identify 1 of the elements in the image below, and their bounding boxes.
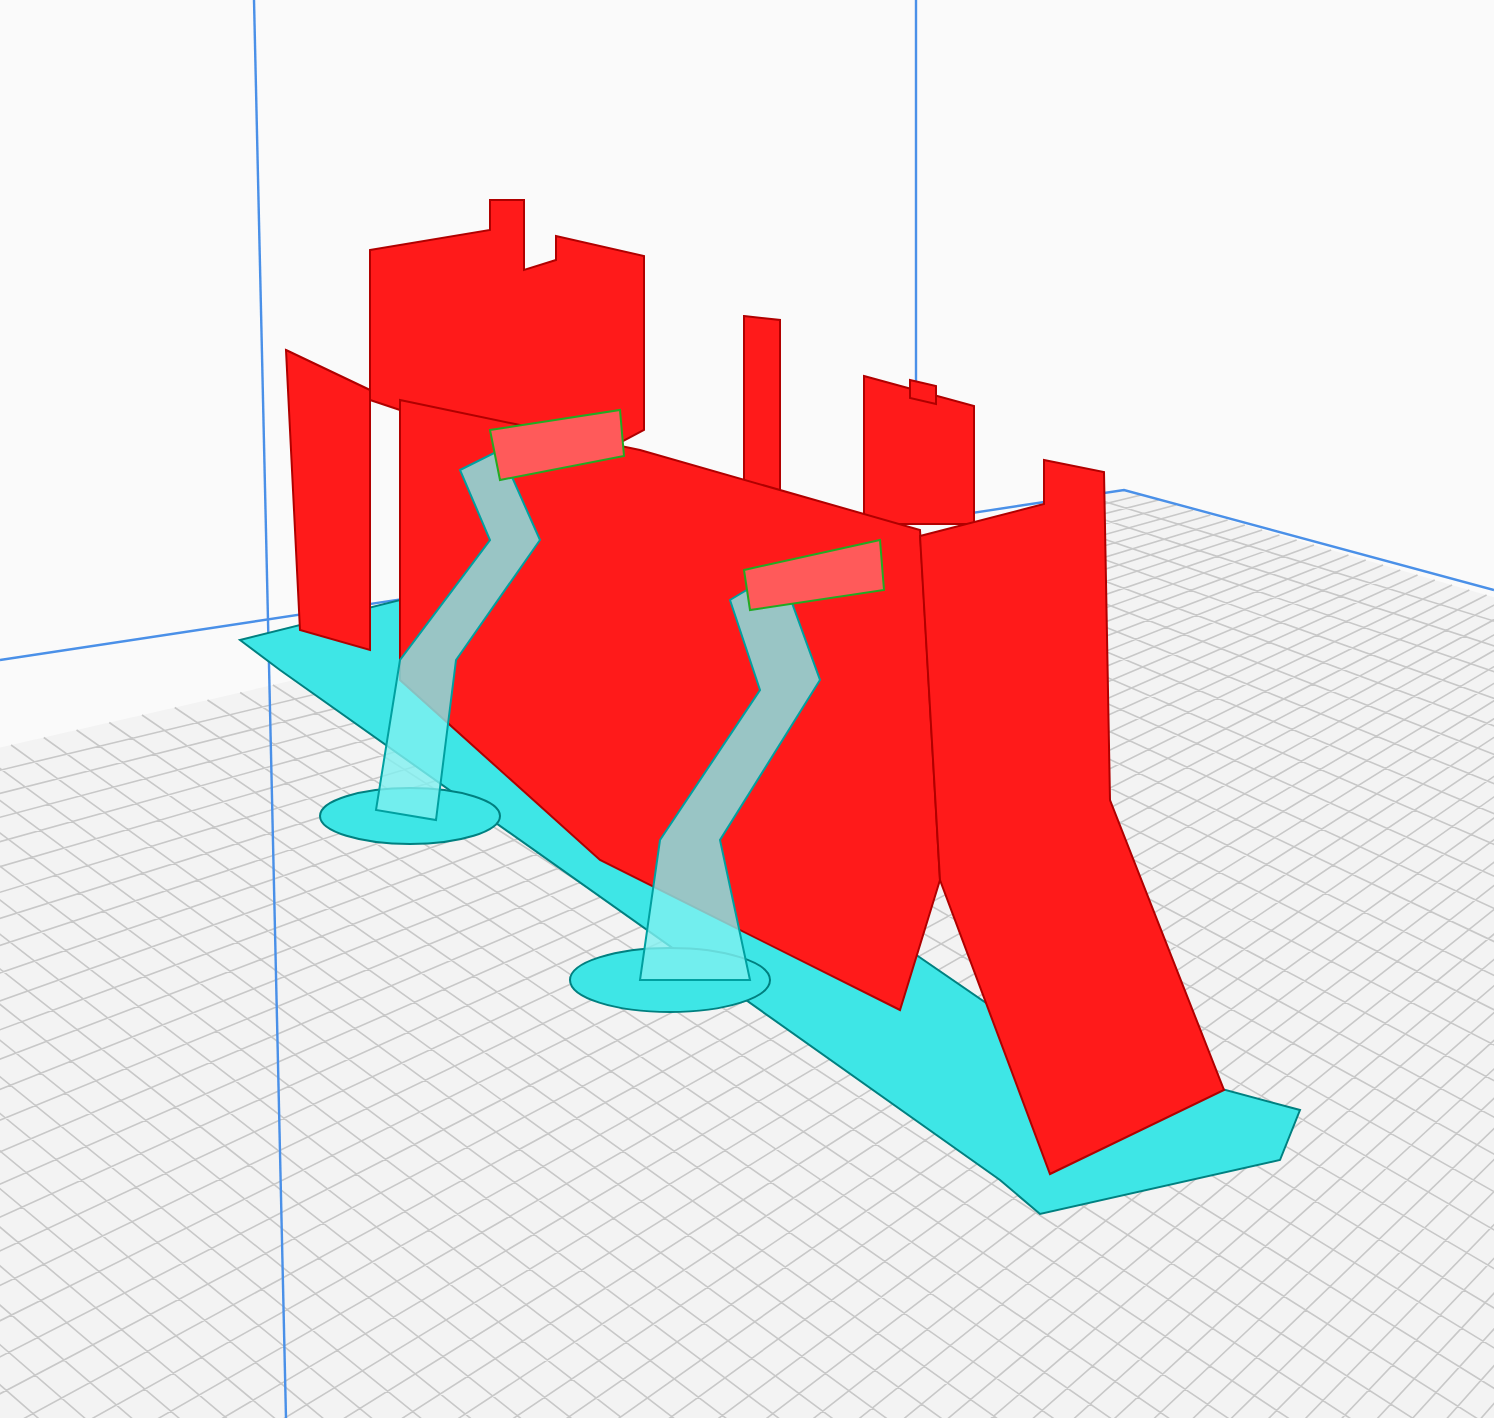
3d-viewport[interactable] (0, 0, 1494, 1418)
